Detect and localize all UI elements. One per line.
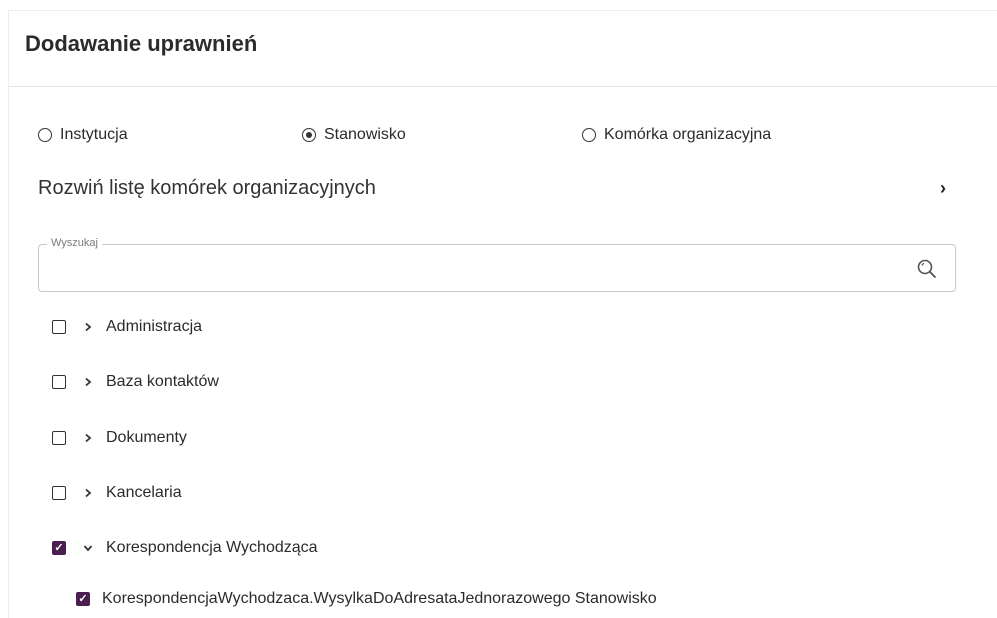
chevron-right-icon[interactable] <box>80 433 96 443</box>
radio-circle-icon[interactable] <box>582 128 596 142</box>
radio-label: Stanowisko <box>324 126 406 143</box>
tree-item-label: Administracja <box>106 318 203 335</box>
search-field: Wyszukaj <box>38 237 956 292</box>
expand-org-units-label: Rozwiń listę komórek organizacyjnych <box>38 176 376 199</box>
tree-item-baza-kontaktow: Baza kontaktów <box>52 370 219 394</box>
dialog-header: Dodawanie uprawnień <box>9 11 997 87</box>
chevron-right-icon[interactable] <box>80 322 96 332</box>
radio-instytucja[interactable]: Instytucja <box>38 126 128 144</box>
chevron-down-icon[interactable] <box>80 543 96 553</box>
radio-stanowisko[interactable]: Stanowisko <box>302 126 406 144</box>
radio-circle-icon[interactable] <box>38 128 52 142</box>
search-icon[interactable] <box>915 257 939 281</box>
scope-radio-group: Instytucja Stanowisko Komórka organizacy… <box>0 126 997 150</box>
radio-selected-icon[interactable] <box>302 128 316 142</box>
tree-item-kancelaria: Kancelaria <box>52 481 182 505</box>
tree-item-label: Baza kontaktów <box>106 373 219 390</box>
checkbox[interactable] <box>52 375 66 389</box>
radio-label: Komórka organizacyjna <box>604 126 772 143</box>
chevron-right-icon[interactable]: › <box>940 178 946 199</box>
tree-item-administracja: Administracja <box>52 315 202 339</box>
expand-org-units-row[interactable]: Rozwiń listę komórek organizacyjnych › <box>38 172 950 204</box>
radio-komorka[interactable]: Komórka organizacyjna <box>582 126 771 144</box>
tree-item-dokumenty: Dokumenty <box>52 426 187 450</box>
tree-item-korespondencja-wychodzaca: ✓ Korespondencja Wychodząca <box>52 536 318 560</box>
checkbox-checked[interactable]: ✓ <box>76 592 90 606</box>
search-legend: Wyszukaj <box>47 237 102 249</box>
chevron-right-icon[interactable] <box>80 488 96 498</box>
checkbox[interactable] <box>52 320 66 334</box>
tree-item-label: Dokumenty <box>106 429 187 446</box>
tree-item-label: KorespondencjaWychodzaca.WysylkaDoAdresa… <box>102 590 657 607</box>
checkbox[interactable] <box>52 431 66 445</box>
checkbox[interactable] <box>52 486 66 500</box>
radio-label: Instytucja <box>60 126 128 143</box>
tree-item-label: Korespondencja Wychodząca <box>106 539 318 556</box>
search-input[interactable] <box>49 259 903 283</box>
tree-subitem-wysylka: ✓ KorespondencjaWychodzaca.WysylkaDoAdre… <box>76 587 657 611</box>
permissions-dialog: Dodawanie uprawnień <box>8 10 997 618</box>
chevron-right-icon[interactable] <box>80 377 96 387</box>
dialog-title: Dodawanie uprawnień <box>25 31 258 56</box>
checkbox-checked[interactable]: ✓ <box>52 541 66 555</box>
tree-item-label: Kancelaria <box>106 484 182 501</box>
